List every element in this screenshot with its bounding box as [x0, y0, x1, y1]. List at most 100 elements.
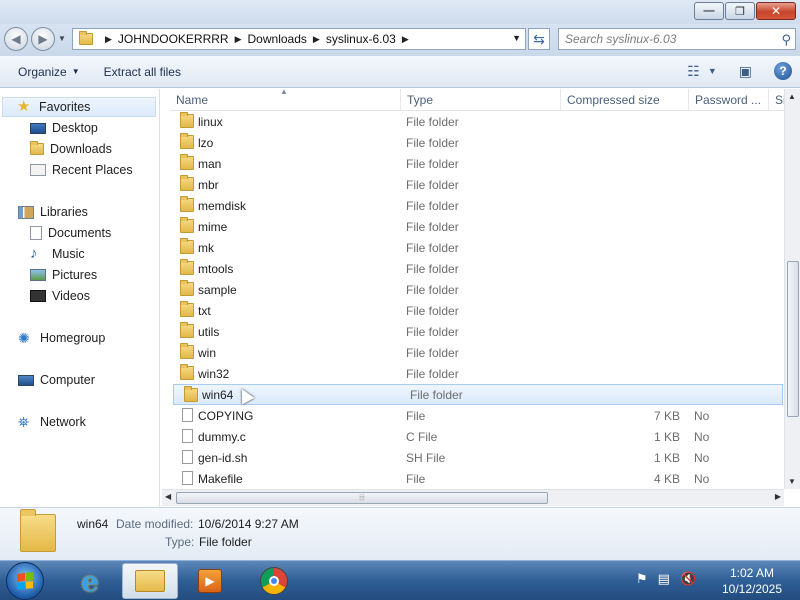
file-row[interactable]: mime File folder	[170, 216, 784, 237]
scroll-down-icon[interactable]: ▼	[788, 477, 796, 486]
volume-muted-icon[interactable]: 🔇	[680, 571, 696, 587]
file-row[interactable]: COPYING File 7 KB No	[170, 405, 784, 426]
desktop-icon	[30, 122, 46, 134]
file-row[interactable]: gen-id.sh SH File 1 KB No	[170, 447, 784, 468]
search-icon[interactable]: ⚲	[781, 32, 791, 48]
file-row[interactable]: dummy.c C File 1 KB No	[170, 426, 784, 447]
breadcrumb-chevron-icon[interactable]: ▶	[402, 34, 409, 45]
nav-pictures[interactable]: Pictures	[30, 265, 97, 285]
nav-downloads[interactable]: Downloads	[30, 139, 112, 159]
change-view-icon[interactable]: ☷	[687, 63, 700, 80]
help-icon[interactable]: ?	[774, 62, 792, 80]
column-type-label: Type	[407, 93, 434, 107]
taskbar-internet-explorer[interactable]: e	[62, 563, 118, 599]
videos-icon	[30, 290, 46, 302]
file-name: mtools	[198, 261, 234, 276]
file-row[interactable]: mtools File folder	[170, 258, 784, 279]
file-row[interactable]: mk File folder	[170, 237, 784, 258]
refresh-button[interactable]: ⇆	[528, 28, 550, 50]
organize-button[interactable]: Organize ▼	[12, 65, 86, 79]
file-type: File folder	[406, 114, 459, 129]
preview-pane-icon[interactable]: ▣	[739, 63, 752, 80]
breadcrumb-item-user[interactable]: JOHNDOOKERRRR	[118, 32, 229, 46]
column-size[interactable]: Si	[768, 89, 784, 111]
nav-recent-places[interactable]: Recent Places	[30, 160, 133, 180]
taskbar-explorer[interactable]	[122, 563, 178, 599]
nav-homegroup[interactable]: ✺ Homegroup	[18, 328, 105, 348]
file-row[interactable]: man File folder	[170, 153, 784, 174]
file-name: man	[198, 156, 222, 171]
network-status-icon[interactable]: ▤	[658, 571, 670, 587]
scroll-left-icon[interactable]: ◀	[165, 492, 171, 501]
breadcrumb-item-syslinux[interactable]: syslinux-6.03	[326, 32, 396, 46]
maximize-button[interactable]: ❐	[725, 2, 755, 20]
file-compressed-size: 4 KB	[653, 471, 680, 486]
nav-favorites[interactable]: ★ Favorites	[2, 97, 156, 117]
file-row[interactable]: memdisk File folder	[170, 195, 784, 216]
column-compressed-size[interactable]: Compressed size	[560, 89, 688, 111]
file-row[interactable]: txt File folder	[170, 300, 784, 321]
minimize-button[interactable]: —	[694, 2, 724, 20]
refresh-icon: ⇆	[533, 30, 545, 47]
file-row[interactable]: win32 File folder	[170, 363, 784, 384]
back-arrow-icon: ◀	[11, 32, 21, 46]
column-type[interactable]: Type	[400, 89, 560, 111]
file-row[interactable]: win File folder	[170, 342, 784, 363]
file-row[interactable]: lzo File folder	[170, 132, 784, 153]
file-row[interactable]: win64 File folder	[173, 384, 783, 405]
nav-videos[interactable]: Videos	[30, 286, 90, 306]
view-chevron-down-icon[interactable]: ▼	[708, 66, 717, 76]
vertical-scroll-thumb[interactable]	[787, 261, 799, 417]
nav-libraries[interactable]: Libraries	[18, 202, 88, 222]
file-type: File folder	[406, 345, 459, 360]
horizontal-scrollbar[interactable]: ◀ ⦙⦙⦙ ▶	[162, 489, 784, 506]
file-row[interactable]: mbr File folder	[170, 174, 784, 195]
nav-desktop[interactable]: Desktop	[30, 118, 98, 138]
file-name: win	[198, 345, 217, 360]
forward-button[interactable]: ▶	[31, 27, 55, 51]
view-controls: ☷ ▼ ▣ ?	[673, 62, 792, 80]
breadcrumb-item-downloads[interactable]: Downloads	[248, 32, 307, 46]
close-button[interactable]: ✕	[756, 2, 796, 20]
details-modified-label: Date modified:	[116, 517, 194, 531]
scroll-up-icon[interactable]: ▲	[788, 92, 796, 101]
nav-favorites-label: Favorites	[39, 100, 91, 114]
search-input[interactable]	[559, 32, 769, 46]
nav-music[interactable]: ♪ Music	[30, 244, 85, 264]
back-button[interactable]: ◀	[4, 27, 28, 51]
column-name[interactable]: Name	[170, 89, 400, 111]
nav-computer[interactable]: Computer	[18, 370, 95, 390]
search-box[interactable]: ⚲	[558, 28, 796, 50]
breadcrumb-chevron-icon: ▶	[105, 33, 112, 44]
file-compressed-size: 7 KB	[653, 408, 680, 423]
column-header: ▲ Name Type Compressed size Password ...…	[170, 87, 784, 111]
extract-all-button[interactable]: Extract all files	[98, 65, 187, 79]
file-name: utils	[198, 324, 220, 339]
file-compressed-size: 1 KB	[653, 429, 680, 444]
address-dropdown-icon[interactable]: ▼	[512, 33, 521, 43]
address-bar[interactable]: ▶ JOHNDOOKERRRR ▶ Downloads ▶ syslinux-6…	[72, 28, 526, 50]
recent-pages-dropdown[interactable]: ▼	[58, 34, 66, 43]
vertical-scrollbar[interactable]: ▲ ▼	[784, 89, 800, 489]
file-row[interactable]: utils File folder	[170, 321, 784, 342]
folder-icon	[180, 154, 194, 170]
column-password[interactable]: Password ...	[688, 89, 768, 111]
navigation-pane: ★ Favorites Desktop Downloads Recent Pla…	[0, 89, 160, 507]
nav-documents[interactable]: Documents	[30, 223, 111, 243]
taskbar-chrome[interactable]	[246, 563, 302, 599]
nav-network[interactable]: ⛯ Network	[18, 412, 86, 432]
taskbar-media-player[interactable]: ▶	[182, 563, 238, 599]
breadcrumb-chevron-icon[interactable]: ▶	[235, 34, 242, 45]
breadcrumb-chevron-icon[interactable]: ▶	[313, 34, 320, 45]
file-row[interactable]: sample File folder	[170, 279, 784, 300]
scroll-right-icon[interactable]: ▶	[775, 492, 781, 501]
horizontal-scroll-thumb[interactable]: ⦙⦙⦙	[176, 492, 548, 504]
file-type: File	[406, 471, 426, 486]
clock[interactable]: 1:02 AM 10/12/2025	[712, 565, 792, 597]
file-row[interactable]: Makefile File 4 KB No	[170, 468, 784, 489]
action-center-flag-icon[interactable]: ⚑	[636, 571, 648, 587]
start-button[interactable]	[6, 562, 44, 600]
file-row[interactable]: linux File folder	[170, 111, 784, 132]
folder-icon	[180, 196, 194, 212]
folder-icon	[180, 343, 194, 359]
